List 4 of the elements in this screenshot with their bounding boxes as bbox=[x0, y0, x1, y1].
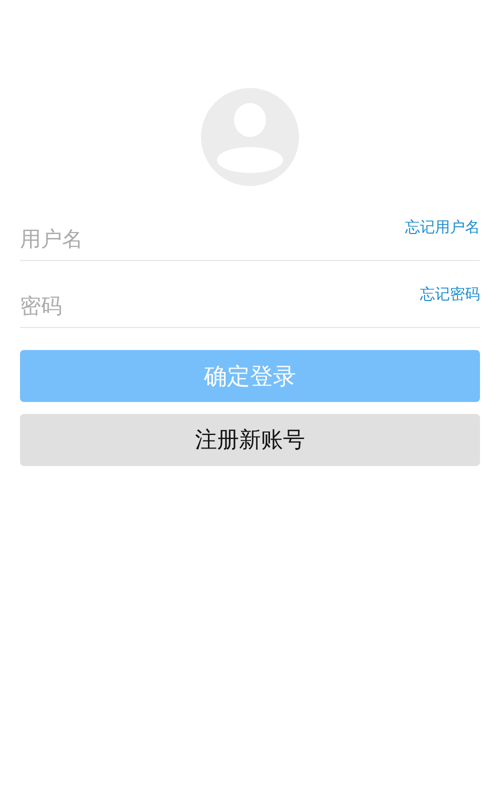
forgot-link[interactable]: 忘记密码 bbox=[420, 285, 480, 304]
register-button[interactable]: 注册新账号 bbox=[20, 414, 480, 466]
forgot-link[interactable]: 忘记用户名 bbox=[405, 218, 480, 237]
login-button[interactable]: 确定登录 bbox=[20, 350, 480, 402]
